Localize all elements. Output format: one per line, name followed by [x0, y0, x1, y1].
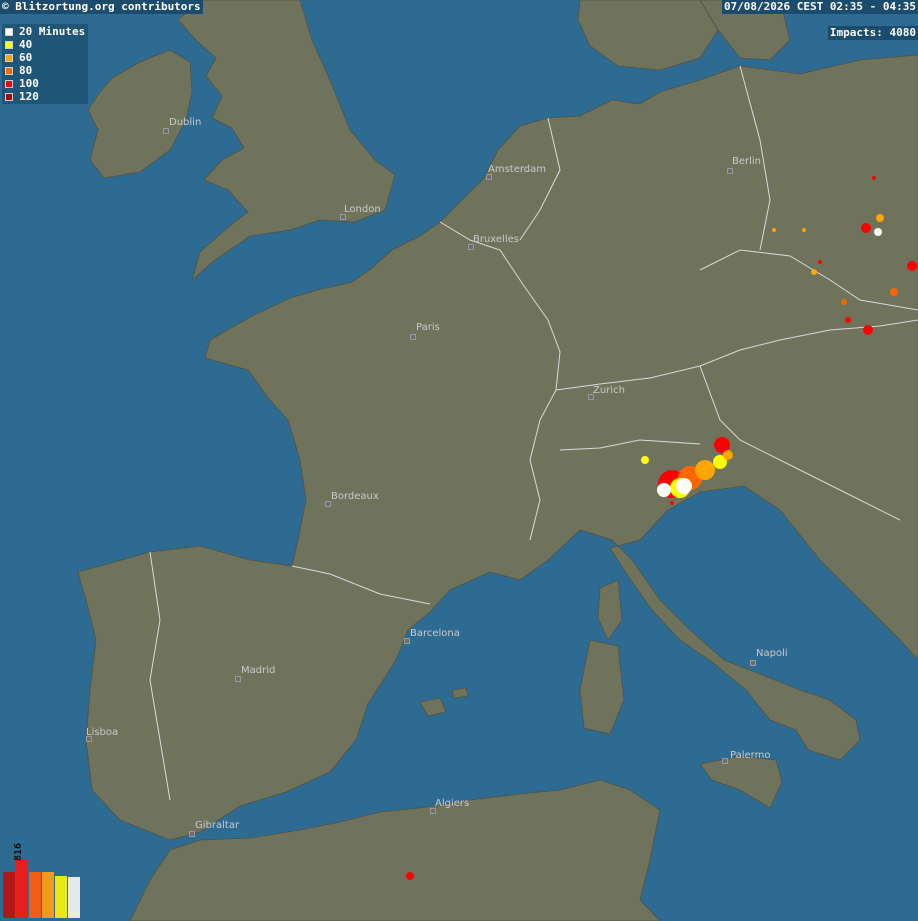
land-menorca	[451, 687, 469, 699]
city-label-barcelona: Barcelona	[410, 628, 460, 639]
activity-histogram	[3, 858, 83, 918]
city-marker-madrid	[235, 676, 241, 682]
legend-swatch	[5, 53, 13, 62]
city-label-madrid: Madrid	[241, 665, 276, 676]
legend-swatch	[5, 27, 13, 36]
legend-item: 120	[5, 90, 85, 103]
impacts-count: Impacts: 4080	[827, 26, 918, 40]
city-label-bordeaux: Bordeaux	[331, 491, 379, 502]
histogram-bar	[68, 877, 80, 918]
histogram-bar	[16, 860, 28, 918]
strikes-algeria	[406, 872, 414, 880]
city-label-london: London	[344, 204, 381, 215]
city-label-zurich: Zurich	[593, 385, 625, 396]
city-label-lisboa: Lisboa	[86, 727, 119, 738]
histogram-peak-label: 816	[13, 842, 24, 861]
city-label-bruxelles: Bruxelles	[473, 234, 519, 245]
city-label-napoli: Napoli	[756, 648, 788, 659]
city-marker-napoli	[750, 660, 756, 666]
age-legend: 20 Minutes 40 60 80 100 120	[2, 24, 89, 104]
city-label-dublin: Dublin	[169, 117, 202, 128]
city-label-gibraltar: Gibraltar	[195, 820, 240, 831]
city-marker-gibraltar	[189, 831, 195, 837]
city-marker-dublin	[163, 128, 169, 134]
map-canvas	[0, 0, 918, 921]
legend-swatch	[5, 79, 13, 88]
legend-item: 60	[5, 51, 85, 64]
legend-swatch	[5, 66, 13, 75]
histogram-bar	[29, 872, 41, 918]
histogram-bar	[55, 876, 67, 918]
map-credit: © Blitzortung.org contributors	[0, 0, 203, 14]
city-label-palermo: Palermo	[730, 750, 771, 761]
city-label-algiers: Algiers	[435, 798, 470, 809]
city-label-paris: Paris	[416, 322, 440, 333]
city-marker-palermo	[722, 758, 728, 764]
legend-item: 100	[5, 77, 85, 90]
legend-swatch	[5, 92, 13, 101]
legend-item: 80	[5, 64, 85, 77]
time-range: 07/08/2026 CEST 02:35 - 04:35	[721, 0, 918, 14]
city-label-amsterdam: Amsterdam	[488, 164, 547, 175]
legend-item: 40	[5, 38, 85, 51]
city-marker-paris	[410, 334, 416, 340]
city-marker-berlin	[727, 168, 733, 174]
histogram-bar	[3, 872, 15, 918]
lightning-map: © Blitzortung.org contributors 07/08/202…	[0, 0, 918, 921]
legend-item: 20 Minutes	[5, 25, 85, 38]
histogram-bar	[42, 872, 54, 918]
legend-swatch	[5, 40, 13, 49]
city-label-berlin: Berlin	[732, 156, 762, 167]
